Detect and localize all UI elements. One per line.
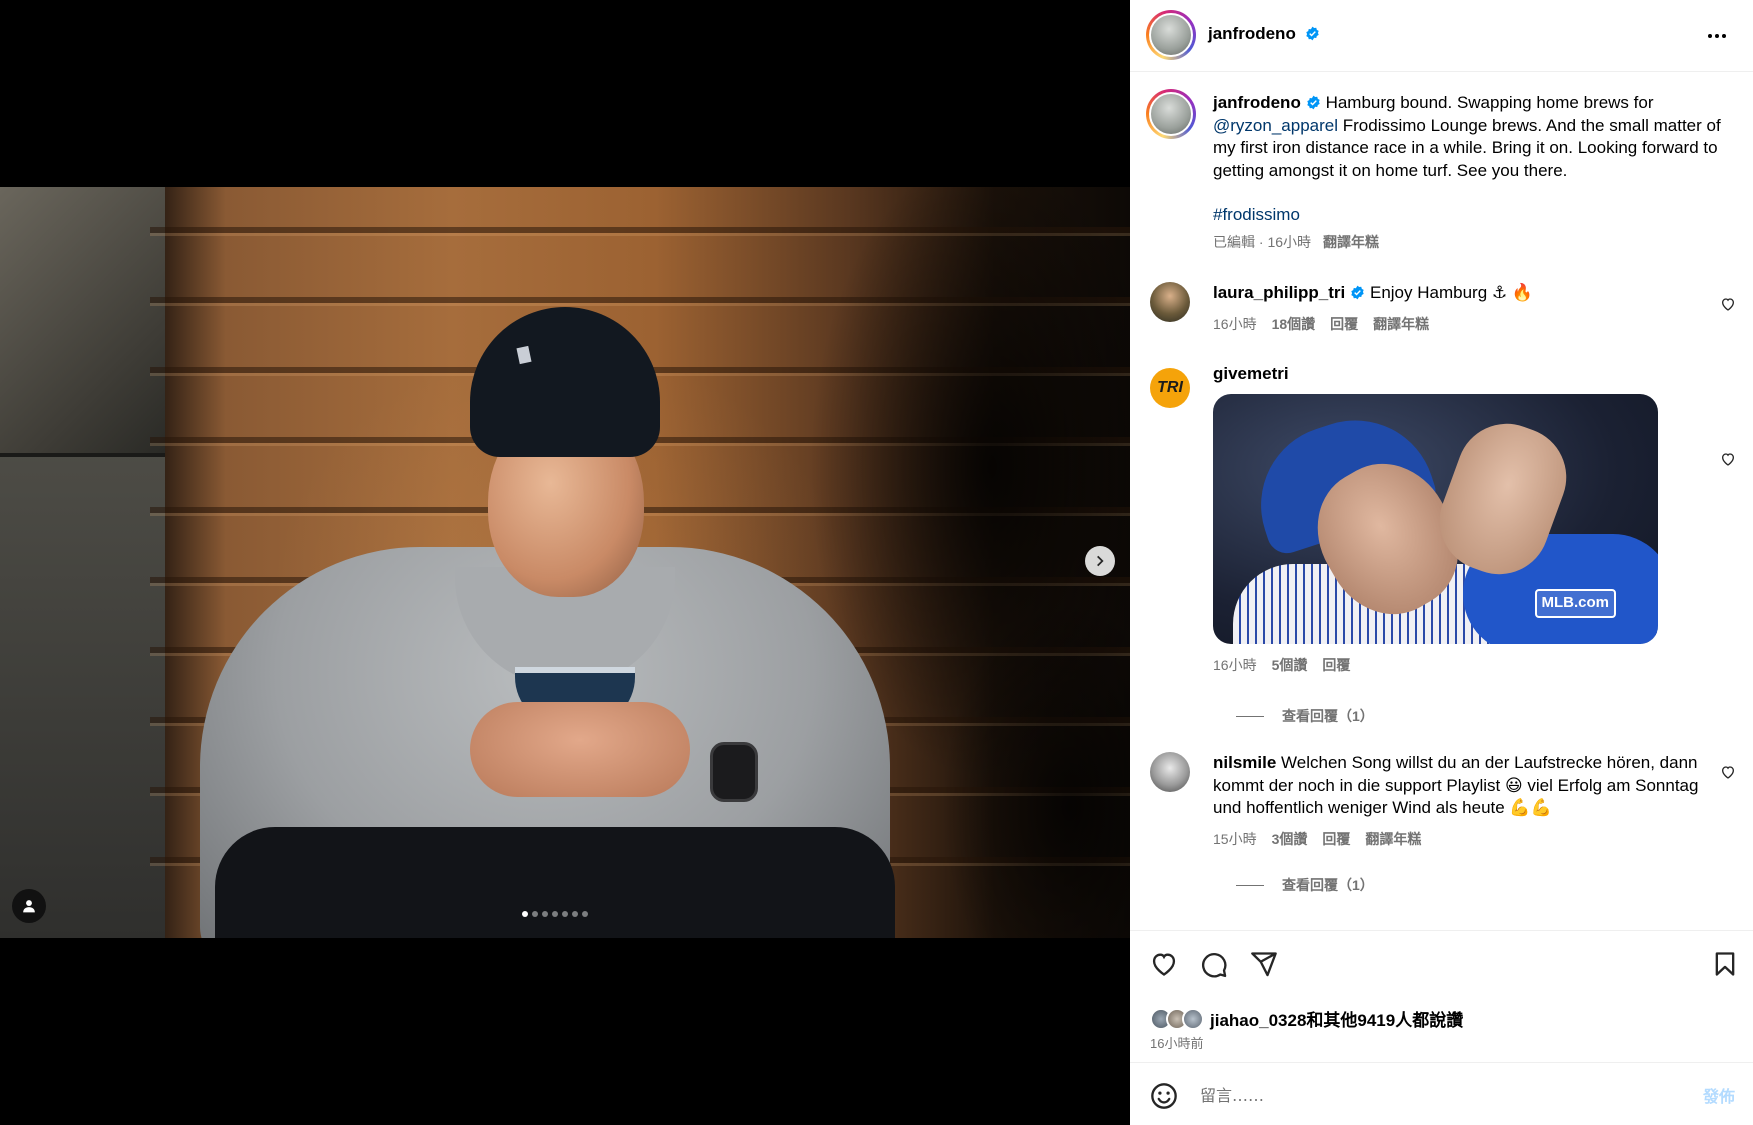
carousel-dot <box>582 911 588 917</box>
emoji-icon[interactable] <box>1150 1082 1178 1110</box>
post-comment-button[interactable]: 發佈 <box>1703 1083 1735 1107</box>
photo-wood-beam <box>0 187 165 457</box>
post-photo[interactable] <box>0 187 1130 938</box>
translate-button[interactable]: 翻譯年糕 <box>1373 313 1429 336</box>
post-header: janfrodeno <box>1130 0 1753 72</box>
comment-text: Enjoy Hamburg ⚓ 🔥 <box>1369 283 1534 302</box>
carousel-dot <box>552 911 558 917</box>
caption-time[interactable]: 16小時 <box>1267 234 1311 250</box>
tagged-users-button[interactable] <box>12 889 46 923</box>
chevron-right-icon <box>1097 555 1104 567</box>
reply-button[interactable]: 回覆 <box>1322 654 1350 677</box>
commenter-username[interactable]: laura_philipp_tri <box>1213 283 1345 302</box>
verified-badge-icon <box>1351 285 1364 300</box>
carousel-indicator <box>522 911 588 917</box>
like-comment-heart-icon[interactable] <box>1720 451 1736 467</box>
save-bookmark-icon[interactable] <box>1711 950 1739 978</box>
author-avatar[interactable] <box>1146 10 1196 60</box>
comment-bubble-icon[interactable] <box>1200 950 1228 978</box>
comment-input[interactable] <box>1200 1079 1640 1111</box>
caption-text-1: Hamburg bound. Swapping home brews for <box>1325 93 1654 112</box>
reply-button[interactable]: 回覆 <box>1330 313 1358 336</box>
comment-likes[interactable]: 18個讚 <box>1272 313 1316 336</box>
view-replies-button[interactable]: 查看回覆（1） <box>1236 875 1374 895</box>
comment-gif[interactable]: MLB.com <box>1213 393 1658 644</box>
commenter-avatar[interactable]: TRI <box>1150 368 1190 408</box>
comments-section: janfrodeno Hamburg bound. Swapping home … <box>1130 72 1753 930</box>
post-media <box>0 0 1130 1125</box>
gif-watermark: MLB.com <box>1534 589 1616 618</box>
comment-time[interactable]: 16小時 <box>1213 654 1257 677</box>
reply-button[interactable]: 回覆 <box>1322 828 1350 851</box>
carousel-dot <box>572 911 578 917</box>
user-icon <box>23 900 35 913</box>
carousel-dot <box>542 911 548 917</box>
post-details-panel: janfrodeno janfrodeno Hamburg bound. Swa… <box>1130 0 1753 1125</box>
carousel-dot <box>562 911 568 917</box>
comment-text: Welchen Song willst du an der Laufstreck… <box>1213 753 1699 817</box>
add-comment-bar: 發佈 <box>1130 1062 1753 1125</box>
commenter-avatar[interactable] <box>1150 282 1190 322</box>
mention-link[interactable]: @ryzon_apparel <box>1213 116 1338 135</box>
carousel-dot <box>522 911 528 917</box>
verified-badge-icon <box>1307 95 1320 110</box>
commenter-username[interactable]: nilsmile <box>1213 753 1276 772</box>
comment-likes[interactable]: 3個讚 <box>1272 828 1308 851</box>
likes-count-text[interactable]: jiahao_0328和其他9419人都說讚 <box>1210 1006 1463 1031</box>
more-options-button[interactable] <box>1703 22 1731 50</box>
verified-badge-icon <box>1306 26 1319 41</box>
comment-time[interactable]: 15小時 <box>1213 828 1257 851</box>
edited-label: 已編輯 <box>1213 233 1255 250</box>
like-comment-heart-icon[interactable] <box>1720 764 1736 780</box>
avatar-logo-text: TRI <box>1157 379 1183 396</box>
carousel-dot <box>532 911 538 917</box>
carousel-next-button[interactable] <box>1085 546 1115 576</box>
share-paper-plane-icon[interactable] <box>1250 950 1278 978</box>
like-heart-icon[interactable] <box>1150 950 1178 978</box>
comment-time[interactable]: 16小時 <box>1213 313 1257 336</box>
post-timestamp[interactable]: 16小時前 <box>1150 1033 1203 1052</box>
author-username[interactable]: janfrodeno <box>1208 24 1296 43</box>
comment-likes[interactable]: 5個讚 <box>1272 654 1308 677</box>
liker-avatar <box>1182 1007 1204 1030</box>
commenter-username[interactable]: givemetri <box>1213 364 1289 383</box>
hashtag-link[interactable]: #frodissimo <box>1213 205 1300 224</box>
like-comment-heart-icon[interactable] <box>1720 296 1736 312</box>
translate-button[interactable]: 翻譯年糕 <box>1323 231 1379 254</box>
caption-avatar[interactable] <box>1146 89 1196 139</box>
commenter-avatar[interactable] <box>1150 752 1190 792</box>
photo-person-beanie <box>470 307 660 457</box>
photo-watch <box>710 742 758 802</box>
view-replies-button[interactable]: 查看回覆（1） <box>1236 706 1374 726</box>
likes-summary[interactable]: jiahao_0328和其他9419人都說讚 <box>1150 1006 1463 1031</box>
translate-button[interactable]: 翻譯年糕 <box>1365 828 1421 851</box>
post-actions: jiahao_0328和其他9419人都說讚 16小時前 <box>1130 930 1753 1060</box>
